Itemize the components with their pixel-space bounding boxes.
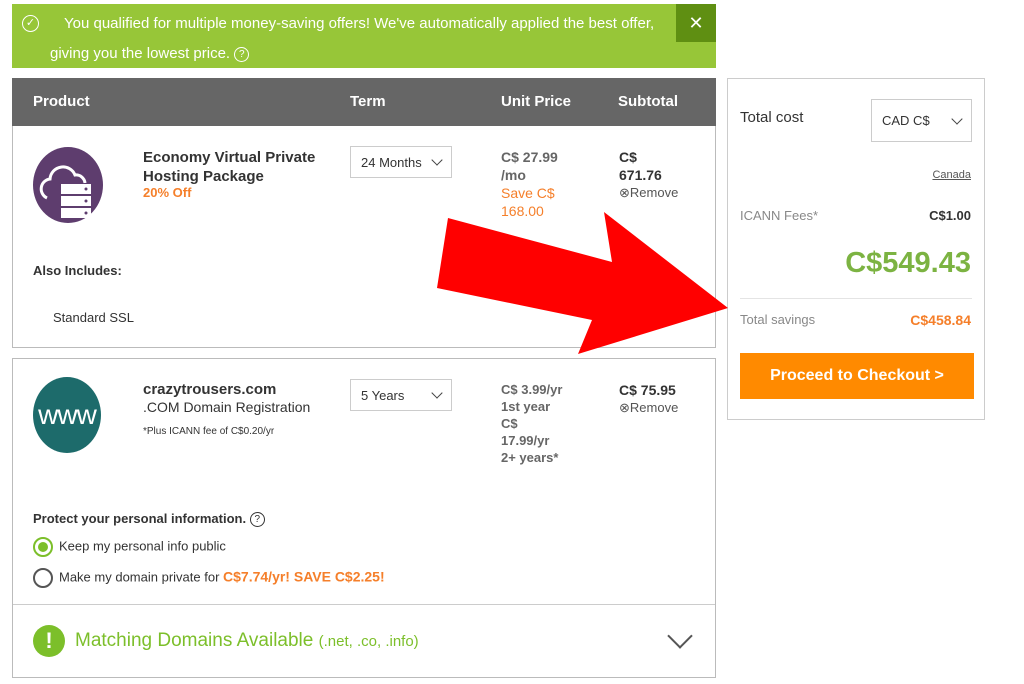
subtotal: C$ 75.95 ⊗Remove — [619, 382, 679, 417]
privacy-option-public[interactable]: Keep my personal info public — [33, 537, 226, 557]
remove-button[interactable]: ⊗Remove — [619, 184, 678, 202]
cart-item-hosting: Economy Virtual Private Hosting Package 2… — [12, 126, 716, 348]
chevron-down-icon — [431, 154, 443, 166]
matching-domains-row[interactable]: ! Matching Domains Available (.net, .co,… — [13, 604, 715, 684]
divider — [740, 298, 972, 299]
total-cost-label: Total cost — [740, 109, 804, 126]
header-term: Term — [350, 93, 386, 110]
product-name: Economy Virtual Private Hosting Package — [143, 149, 316, 185]
discount-label: 20% Off — [143, 185, 192, 200]
privacy-option-private[interactable]: Make my domain private for C$7.74/yr! SA… — [33, 568, 385, 588]
unit-price: C$ 3.99/yr 1st year C$ 17.99/yr 2+ years* — [501, 382, 563, 465]
table-header: Product Term Unit Price Subtotal — [12, 78, 716, 126]
cart-item-domain: www crazytrousers.com .COM Domain Regist… — [12, 358, 716, 678]
domain-name: crazytrousers.com — [143, 381, 277, 398]
savings-label: Total savings — [740, 312, 816, 327]
help-icon[interactable]: ? — [234, 46, 250, 62]
domain-desc: .COM Domain Registration — [143, 399, 311, 415]
header-subtotal: Subtotal — [618, 93, 678, 110]
check-circle-icon: ✓ — [22, 15, 39, 32]
help-icon[interactable]: ? — [249, 512, 265, 528]
www-icon: www — [33, 377, 101, 453]
close-banner-button[interactable]: ✕ — [676, 4, 716, 42]
remove-button[interactable]: ⊗Remove — [619, 399, 678, 417]
chevron-down-icon[interactable] — [667, 623, 693, 649]
exclamation-icon: ! — [33, 625, 65, 657]
offer-banner: ✓ You qualified for multiple money-savin… — [12, 4, 716, 68]
icann-fees-value: C$1.00 — [929, 208, 971, 223]
subtotal: C$ 671.76 ⊗Remove — [619, 149, 679, 202]
total-price: C$549.43 — [845, 247, 971, 279]
order-summary: Total cost CAD C$ Canada ICANN Fees* C$1… — [727, 78, 985, 420]
privacy-title: Protect your personal information. ? — [33, 511, 265, 528]
chevron-down-icon — [431, 387, 443, 399]
banner-text-line2: giving you the lowest price. ? — [50, 45, 250, 62]
included-item: Standard SSL — [53, 310, 134, 325]
term-select[interactable]: 24 Months — [350, 146, 452, 178]
chevron-down-icon — [951, 112, 963, 125]
radio-selected[interactable] — [33, 537, 53, 557]
checkout-button[interactable]: Proceed to Checkout > — [740, 353, 974, 399]
savings-value: C$458.84 — [910, 312, 971, 328]
banner-text-line1: You qualified for multiple money-saving … — [64, 15, 655, 32]
term-select[interactable]: 5 Years — [350, 379, 452, 411]
currency-select[interactable]: CAD C$ — [871, 99, 972, 142]
country-link[interactable]: Canada — [932, 169, 971, 181]
also-includes-label: Also Includes: — [33, 263, 122, 278]
header-unit-price: Unit Price — [501, 93, 572, 110]
unit-price: C$ 27.99/mo Save C$ 168.00 — [501, 149, 558, 219]
radio-unselected[interactable] — [33, 568, 53, 588]
icann-note: *Plus ICANN fee of C$0.20/yr — [143, 426, 275, 437]
icann-fees-label: ICANN Fees* — [740, 208, 819, 223]
matching-title: Matching Domains Available (.net, .co, .… — [75, 630, 419, 651]
header-product: Product — [33, 93, 90, 110]
hosting-server-icon — [33, 147, 103, 223]
